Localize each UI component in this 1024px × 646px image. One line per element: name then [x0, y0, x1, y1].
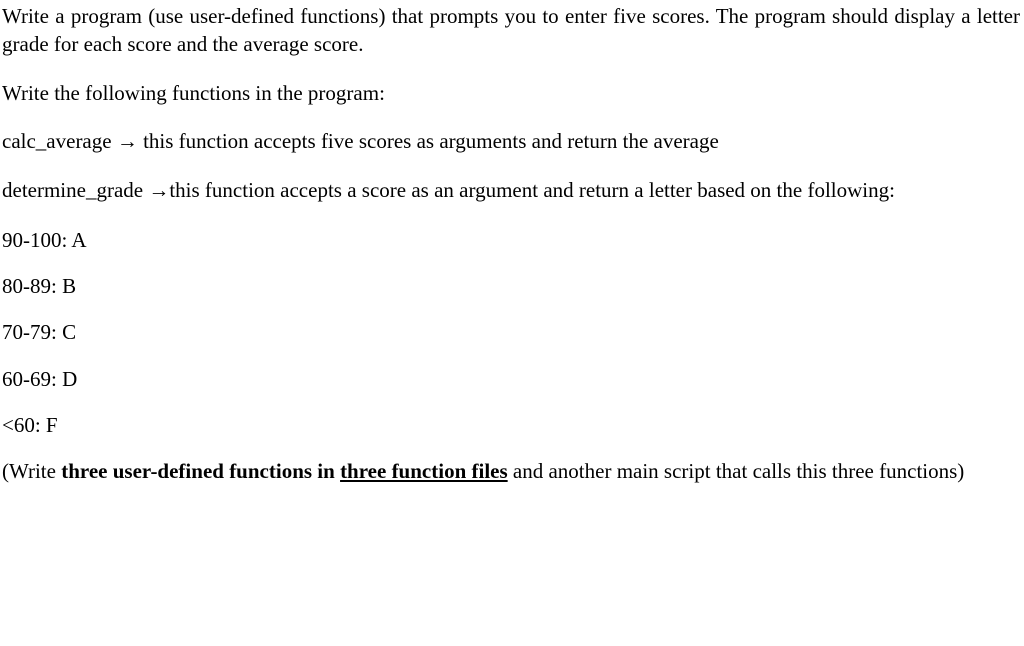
text-bold: three user-defined functions in — [61, 459, 340, 483]
grade-row-a: 90-100: A — [2, 226, 1020, 254]
text: <60: F — [2, 413, 58, 437]
text: 70-79: C — [2, 320, 76, 344]
arrow-icon: → — [148, 179, 169, 202]
grade-row-d: 60-69: D — [2, 365, 1020, 393]
text: Write the following functions in the pro… — [2, 81, 385, 105]
text-underline-bold: three function files — [340, 459, 508, 483]
func-desc: this function accepts five scores as arg… — [138, 129, 719, 153]
grade-row-b: 80-89: B — [2, 272, 1020, 300]
text: (Write — [2, 459, 61, 483]
text: and another main script that calls this … — [508, 459, 965, 483]
document-page: Write a program (use user-defined functi… — [0, 0, 1024, 486]
text: 90-100: A — [2, 228, 87, 252]
paragraph-determine-grade: determine_grade →this function accepts a… — [2, 176, 1020, 205]
text: 80-89: B — [2, 274, 76, 298]
paragraph-funcs-head: Write the following functions in the pro… — [2, 79, 1020, 107]
text: Write a program (use user-defined functi… — [2, 4, 1020, 56]
func-desc: this function accepts a score as an argu… — [169, 178, 895, 202]
paragraph-intro: Write a program (use user-defined functi… — [2, 2, 1020, 59]
text: 60-69: D — [2, 367, 77, 391]
func-name: determine_grade — [2, 178, 148, 202]
grade-row-f: <60: F — [2, 411, 1020, 439]
grade-row-c: 70-79: C — [2, 318, 1020, 346]
paragraph-calc-average: calc_average → this function accepts fiv… — [2, 127, 1020, 156]
arrow-icon: → — [117, 130, 138, 153]
paragraph-footer: (Write three user-defined functions in t… — [2, 457, 1020, 485]
func-name: calc_average — [2, 129, 117, 153]
